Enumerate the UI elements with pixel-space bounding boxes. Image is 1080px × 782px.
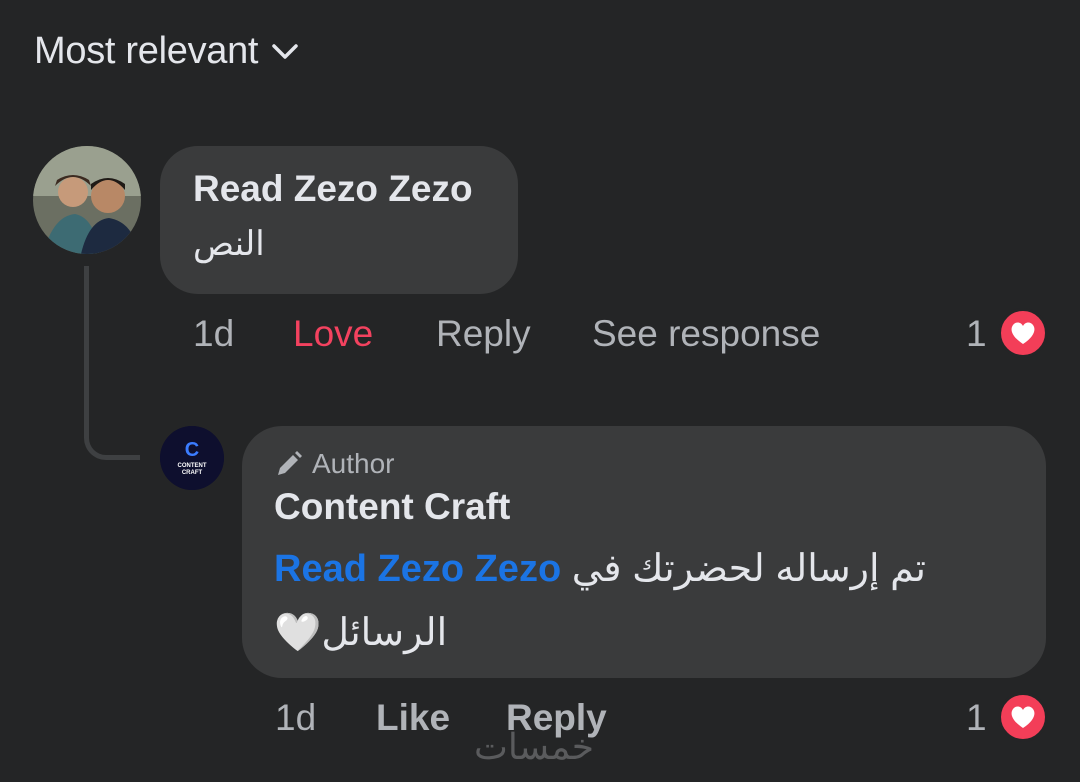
reply-text-line1: Read Zezo Zezo تم إرساله لحضرتك في	[274, 546, 926, 591]
comment-author[interactable]: Read Zezo Zezo	[193, 168, 473, 210]
love-reaction-button[interactable]: Love	[293, 313, 373, 355]
reply-button[interactable]: Reply	[436, 313, 531, 355]
like-button[interactable]: Like	[376, 697, 450, 739]
sort-dropdown[interactable]: Most relevant	[34, 30, 300, 73]
reply-author[interactable]: Content Craft	[274, 486, 510, 528]
reply-reaction-count[interactable]: 1	[966, 697, 987, 739]
comment-text: النص	[193, 225, 265, 263]
mention-link[interactable]: Read Zezo Zezo	[274, 548, 561, 590]
thread-connector	[84, 266, 140, 460]
heart-icon[interactable]	[998, 692, 1048, 742]
comment-bubble: Read Zezo Zezo النص	[160, 146, 518, 294]
profile-photo	[33, 146, 141, 254]
content-craft-logo: C CONTENT CRAFT	[160, 426, 224, 490]
reply-bubble: Author Content Craft Read Zezo Zezo تم إ…	[242, 426, 1046, 678]
author-badge: Author	[274, 448, 395, 480]
chevron-down-icon	[272, 43, 298, 59]
page-avatar[interactable]: C CONTENT CRAFT	[160, 426, 224, 490]
author-badge-label: Author	[312, 448, 395, 479]
svg-text:CRAFT: CRAFT	[182, 470, 203, 476]
reply-text: تم إرساله لحضرتك في	[571, 548, 927, 590]
svg-text:CONTENT: CONTENT	[178, 463, 207, 469]
watermark: خمسات	[474, 726, 595, 767]
reply-time[interactable]: 1d	[275, 697, 316, 739]
heart-icon[interactable]	[998, 308, 1048, 358]
reaction-count[interactable]: 1	[966, 313, 987, 355]
sort-label: Most relevant	[34, 30, 259, 72]
reply-text-line2: الرسائل🤍	[274, 612, 448, 654]
comment-time[interactable]: 1d	[193, 313, 234, 355]
avatar[interactable]	[33, 146, 141, 254]
pencil-icon	[278, 451, 302, 475]
see-response-button[interactable]: See response	[592, 313, 820, 355]
svg-text:C: C	[185, 439, 199, 461]
